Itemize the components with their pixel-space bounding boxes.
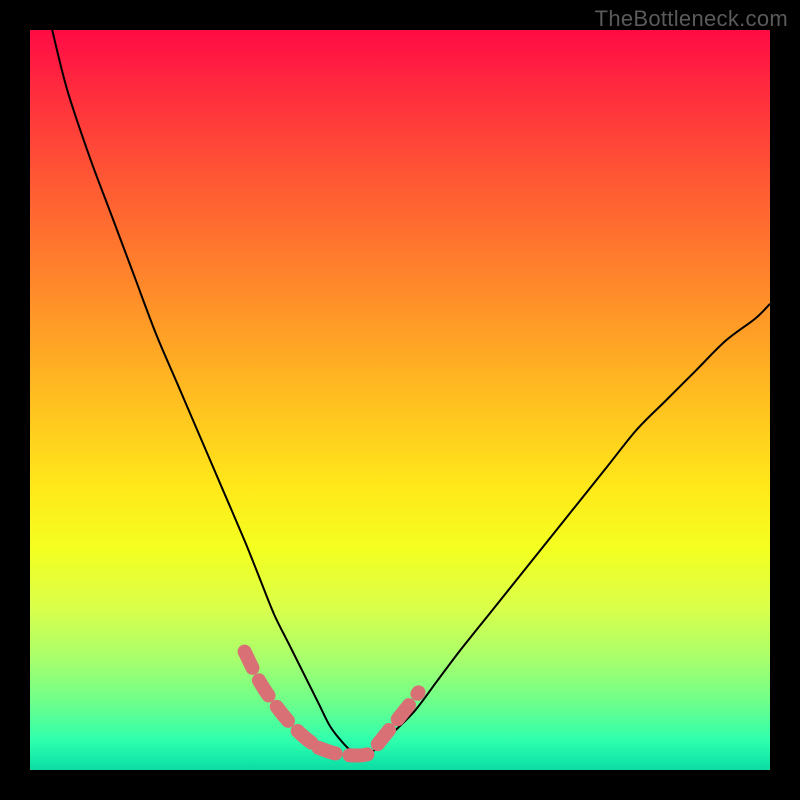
highlight-bottom-highlight [319, 748, 378, 756]
highlight-left-highlight [245, 652, 319, 748]
chart-frame: TheBottleneck.com [0, 0, 800, 800]
highlight-right-highlight [378, 692, 419, 744]
bottleneck-curve-path [52, 30, 770, 755]
chart-svg [30, 30, 770, 770]
highlight-group [245, 652, 419, 756]
watermark-text: TheBottleneck.com [595, 6, 788, 32]
plot-area [30, 30, 770, 770]
